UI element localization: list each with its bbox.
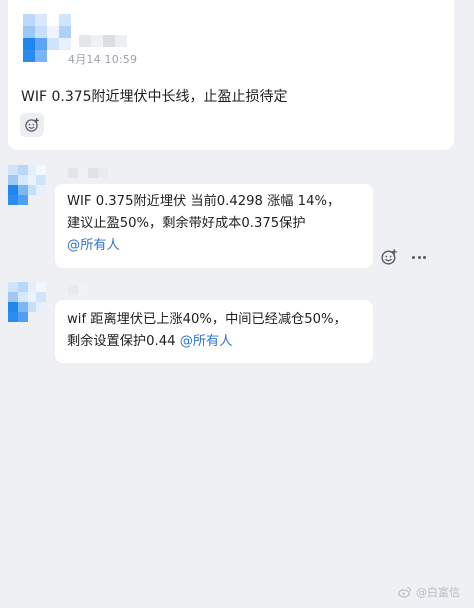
post-author-name [79, 35, 127, 49]
message-1-line-2: 建议止盈50%，剩余带好成本0.375保护 [67, 216, 306, 231]
message-reaction-button[interactable] [378, 246, 400, 268]
post-timestamp: 4月14 10:59 [68, 53, 138, 66]
more-options-button[interactable] [408, 246, 430, 268]
message-1-actions [378, 246, 430, 268]
emoji-add-icon [381, 249, 397, 265]
message-2-bubble[interactable]: wif 距离埋伏已上涨40%，中间已经减仓50%， 剩余设置保护0.44 @所有… [55, 300, 373, 363]
message-1-line-1: WIF 0.375附近埋伏 当前0.4298 涨幅 14%， [67, 194, 341, 209]
watermark-text: @白富信 [416, 586, 460, 599]
emoji-add-icon [25, 117, 40, 132]
post-content: WIF 0.375附近埋伏中长线，止盈止损待定 [21, 89, 288, 105]
mention-all-link[interactable]: @所有人 [67, 238, 120, 253]
add-reaction-button[interactable] [20, 113, 44, 137]
watermark: @白富信 [398, 584, 460, 600]
message-2-line-1: wif 距离埋伏已上涨40%，中间已经减仓50%， [67, 312, 347, 327]
message-2-line-2: 剩余设置保护0.44 [67, 334, 180, 349]
weibo-logo-icon [398, 586, 412, 598]
post-card: 4月14 10:59 WIF 0.375附近埋伏中长线，止盈止损待定 [8, 0, 454, 150]
more-dots-icon [412, 255, 426, 259]
message-1-avatar[interactable] [8, 165, 46, 205]
message-2-avatar[interactable] [8, 282, 46, 322]
message-1-bubble[interactable]: WIF 0.375附近埋伏 当前0.4298 涨幅 14%， 建议止盈50%，剩… [55, 184, 373, 268]
post-author-avatar[interactable] [23, 14, 71, 62]
mention-all-link[interactable]: @所有人 [180, 334, 233, 349]
